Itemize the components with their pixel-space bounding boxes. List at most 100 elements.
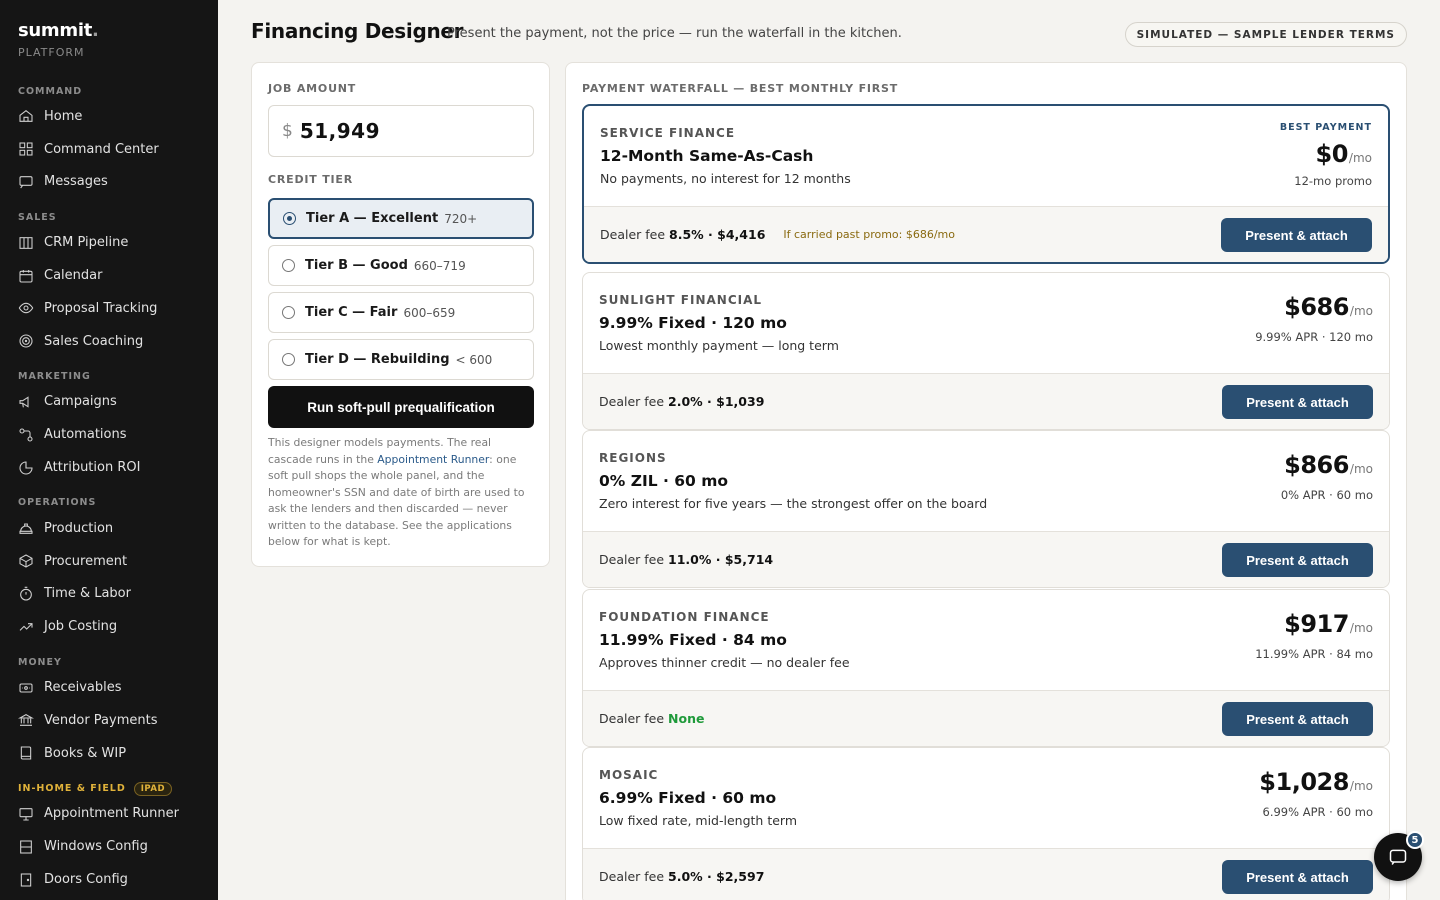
lender-name: SUNLIGHT FINANCIAL <box>599 293 763 307</box>
appointment-runner-link[interactable]: Appointment Runner <box>377 453 489 466</box>
sidebar-item-books-wip[interactable]: Books & WIP <box>0 737 218 770</box>
dealer-fee-value: 11.0% · $5,714 <box>668 552 774 567</box>
lender-name: SERVICE FINANCE <box>600 126 736 140</box>
sidebar-item-command-center[interactable]: Command Center <box>0 133 218 166</box>
present-attach-button[interactable]: Present & attach <box>1222 702 1373 736</box>
nav-section-operations: OPERATIONS <box>0 494 218 512</box>
chat-count-badge: 5 <box>1406 831 1424 849</box>
job-amount-input[interactable]: $ 51,949 <box>268 105 534 157</box>
sidebar-item-label: Calendar <box>44 268 103 284</box>
offer-summary: MOSAIC 6.99% Fixed · 60 mo Low fixed rat… <box>583 748 1389 848</box>
nav-section-in-home-field: IN-HOME & FIELD IPAD <box>0 780 218 798</box>
monthly-payment: $686 /mo <box>1284 293 1373 321</box>
offer-card: REGIONS 0% ZIL · 60 mo Zero interest for… <box>582 430 1390 588</box>
page-subtitle: Present the payment, not the price — run… <box>447 26 902 41</box>
offer-summary: SERVICE FINANCE 12-Month Same-As-Cash No… <box>584 106 1388 206</box>
job-inputs-card: JOB AMOUNT $ 51,949 CREDIT TIER Tier A —… <box>251 62 550 567</box>
payment-waterfall-card: PAYMENT WATERFALL — BEST MONTHLY FIRST S… <box>565 62 1407 900</box>
offer-product: 11.99% Fixed · 84 mo <box>599 631 787 649</box>
nav-section-title: SALES <box>18 211 57 223</box>
best-payment-tag: BEST PAYMENT <box>1279 122 1372 133</box>
radio-icon <box>282 259 295 272</box>
sidebar-item-label: Books & WIP <box>44 745 127 761</box>
offer-footer: Dealer fee 8.5% · $4,416 If carried past … <box>584 206 1388 262</box>
sidebar-item-appointment-runner[interactable]: Appointment Runner <box>0 798 218 831</box>
sidebar-item-label: Windows Config <box>44 839 148 855</box>
offer-product: 0% ZIL · 60 mo <box>599 472 729 490</box>
sidebar-item-label: Appointment Runner <box>44 806 179 822</box>
offer-card: FOUNDATION FINANCE 11.99% Fixed · 84 mo … <box>582 589 1390 747</box>
sidebar-item-home[interactable]: Home <box>0 100 218 133</box>
offer-terms: 11.99% APR · 84 mo <box>1255 647 1373 661</box>
sidebar-item-label: Attribution ROI <box>44 460 141 476</box>
monthly-payment: $866 /mo <box>1284 451 1373 479</box>
sidebar-item-windows-config[interactable]: Windows Config <box>0 830 218 863</box>
sidebar-item-messages[interactable]: Messages <box>0 166 218 199</box>
credit-tier-label: CREDIT TIER <box>268 173 353 186</box>
sidebar-item-production[interactable]: Production <box>0 512 218 545</box>
nav-section-title: OPERATIONS <box>18 497 97 509</box>
sidebar-item-calendar[interactable]: Calendar <box>0 259 218 292</box>
dealer-fee-label: Dealer fee <box>599 552 665 567</box>
present-attach-button[interactable]: Present & attach <box>1222 385 1373 419</box>
payment-unit: /mo <box>1348 151 1372 165</box>
presentation-icon <box>19 808 33 821</box>
sidebar-item-receivables[interactable]: Receivables <box>0 671 218 704</box>
sidebar-item-job-costing[interactable]: Job Costing <box>0 610 218 643</box>
sidebar-item-crm-pipeline[interactable]: CRM Pipeline <box>0 226 218 259</box>
box-icon <box>19 554 33 568</box>
bank-icon <box>18 714 34 727</box>
brand-logo[interactable]: summit. <box>18 20 200 41</box>
present-attach-button[interactable]: Present & attach <box>1221 218 1372 252</box>
offer-card: SERVICE FINANCE 12-Month Same-As-Cash No… <box>582 104 1390 264</box>
sidebar-item-label: Campaigns <box>44 394 117 410</box>
waterfall-label: PAYMENT WATERFALL — BEST MONTHLY FIRST <box>582 82 899 95</box>
sidebar-item-sales-coaching[interactable]: Sales Coaching <box>0 325 218 358</box>
sidebar-item-vendor-payments[interactable]: Vendor Payments <box>0 704 218 737</box>
present-attach-button[interactable]: Present & attach <box>1222 860 1373 894</box>
sidebar-item-procurement[interactable]: Procurement <box>0 545 218 578</box>
offer-description: No payments, no interest for 12 months <box>600 171 851 186</box>
sidebar-item-doors-config[interactable]: Doors Config <box>0 863 218 896</box>
sidebar-item-label: Proposal Tracking <box>44 300 158 316</box>
radio-icon <box>282 306 295 319</box>
tier-range: 720+ <box>444 211 478 226</box>
columns-icon <box>19 236 33 249</box>
sidebar-item-time-labor[interactable]: Time & Labor <box>0 578 218 611</box>
sidebar: summit. PLATFORM COMMAND Home Command Cent… <box>0 0 218 900</box>
credit-tier-option[interactable]: Tier C — Fair 600–659 <box>268 292 534 333</box>
credit-tier-option[interactable]: Tier D — Rebuilding < 600 <box>268 339 534 380</box>
sidebar-item-attribution-roi[interactable]: Attribution ROI <box>0 451 218 484</box>
credit-tier-option[interactable]: Tier A — Excellent 720+ <box>268 198 534 239</box>
offer-description: Zero interest for five years — the stron… <box>599 496 988 511</box>
sidebar-item-automations[interactable]: Automations <box>0 418 218 451</box>
sidebar-item-label: Time & Labor <box>44 586 131 602</box>
offer-summary: SUNLIGHT FINANCIAL 9.99% Fixed · 120 mo … <box>583 273 1389 373</box>
payment-amount: $1,028 <box>1259 768 1349 796</box>
offer-description: Low fixed rate, mid-length term <box>599 813 798 828</box>
credit-tier-option[interactable]: Tier B — Good 660–719 <box>268 245 534 286</box>
offer-terms: 12-mo promo <box>1294 174 1372 188</box>
sidebar-item-proposal-tracking[interactable]: Proposal Tracking <box>0 292 218 325</box>
present-attach-button[interactable]: Present & attach <box>1222 543 1373 577</box>
dealer-fee-value: 5.0% · $2,597 <box>668 869 765 884</box>
nav-section-title: MONEY <box>18 656 62 668</box>
offer-card: SUNLIGHT FINANCIAL 9.99% Fixed · 120 mo … <box>582 272 1390 430</box>
sidebar-item-label: Sales Coaching <box>44 333 144 349</box>
designer-note: This designer models payments. The real … <box>268 435 536 551</box>
brand-subtitle: PLATFORM <box>18 46 85 59</box>
sidebar-item-campaigns[interactable]: Campaigns <box>0 386 218 419</box>
sidebar-item-label: Doors Config <box>44 872 128 888</box>
nav-section-marketing: MARKETING <box>0 368 218 386</box>
monthly-payment: $917 /mo <box>1284 610 1373 638</box>
offer-description: Lowest monthly payment — long term <box>599 338 839 353</box>
home-icon <box>19 110 33 123</box>
tier-name: Tier C — Fair <box>305 305 398 320</box>
lender-name: FOUNDATION FINANCE <box>599 610 770 624</box>
run-prequal-button[interactable]: Run soft-pull prequalification <box>268 386 534 428</box>
dealer-fee-label: Dealer fee <box>599 869 665 884</box>
payment-unit: /mo <box>1349 779 1373 793</box>
radio-icon <box>283 212 296 225</box>
dealer-fee-value: 8.5% · $4,416 <box>669 227 766 242</box>
payment-amount: $917 <box>1284 610 1349 638</box>
